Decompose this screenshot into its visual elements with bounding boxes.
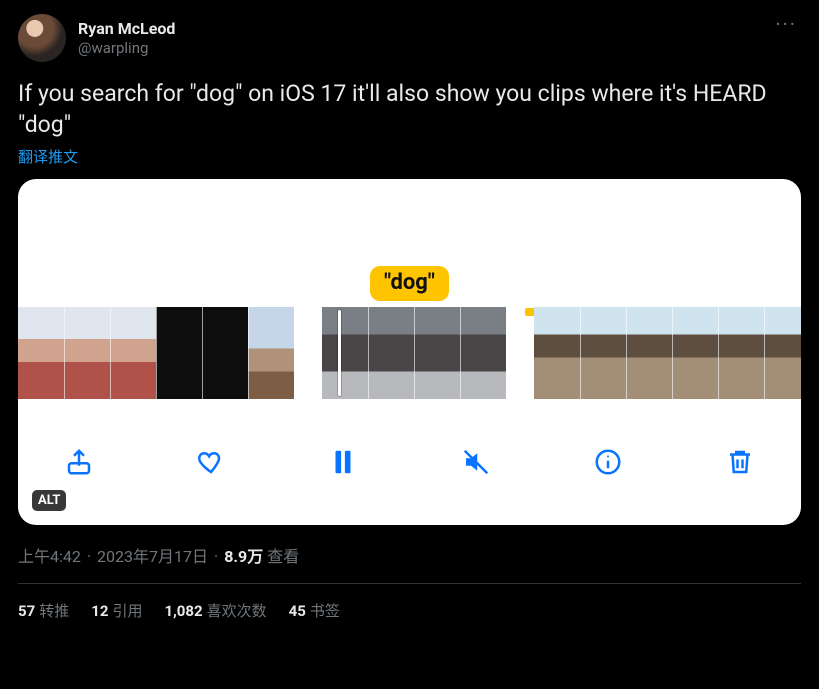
clip-thumbnail[interactable] [202, 307, 248, 399]
clip-thumbnail[interactable] [764, 307, 801, 399]
separator: · [214, 547, 218, 566]
stat-label: 转推 [39, 602, 69, 620]
author-display-name[interactable]: Ryan McLeod [78, 19, 175, 39]
tweet-stats: 57转推 12引用 1,082 喜欢次数 45书签 [18, 584, 801, 621]
clip-thumbnail[interactable] [414, 307, 460, 399]
media-caption-area: "dog" [18, 179, 801, 307]
quotes-stat[interactable]: 12引用 [91, 600, 142, 621]
clip-thumbnail[interactable] [368, 307, 414, 399]
search-term-badge: "dog" [370, 266, 449, 301]
clip-thumbnail[interactable] [18, 307, 64, 399]
clip-cluster[interactable] [18, 307, 294, 399]
clip-thumbnail[interactable] [110, 307, 156, 399]
stat-count: 45 [289, 602, 306, 620]
clip-thumbnail[interactable] [64, 307, 110, 399]
tweet-text: If you search for "dog" on iOS 17 it'll … [18, 78, 801, 140]
tweet-time[interactable]: 上午4:42 [18, 543, 81, 567]
clip-thumbnail[interactable] [156, 307, 202, 399]
media-attachment[interactable]: "dog" [18, 179, 801, 525]
alt-badge[interactable]: ALT [32, 490, 66, 511]
tweet-container: ··· Ryan McLeod @warpling If you search … [0, 0, 819, 621]
stat-count: 57 [18, 602, 35, 620]
retweets-stat[interactable]: 57转推 [18, 600, 69, 621]
media-toolbar [18, 399, 801, 525]
clip-thumbnail[interactable] [322, 307, 368, 399]
author-handle[interactable]: @warpling [78, 39, 175, 58]
clip-thumbnail[interactable] [718, 307, 764, 399]
clip-thumbnail[interactable] [672, 307, 718, 399]
clip-thumbnail[interactable] [580, 307, 626, 399]
bookmarks-stat[interactable]: 45书签 [289, 600, 340, 621]
clip-thumbnail[interactable] [460, 307, 506, 399]
clip-cluster[interactable] [534, 307, 801, 399]
trash-icon[interactable] [723, 445, 757, 479]
avatar[interactable] [18, 14, 66, 62]
clip-thumbnail[interactable] [248, 307, 294, 399]
stat-label: 喜欢次数 [207, 602, 267, 620]
separator: · [87, 547, 91, 566]
author-block: Ryan McLeod @warpling [78, 19, 175, 58]
pause-icon[interactable] [326, 445, 360, 479]
stat-label: 书签 [310, 602, 340, 620]
tweet-meta: 上午4:42 · 2023年7月17日 · 8.9万 查看 [18, 543, 801, 567]
mute-icon[interactable] [459, 445, 493, 479]
clip-thumbnail[interactable] [626, 307, 672, 399]
views-count[interactable]: 8.9万 [224, 543, 263, 567]
tweet-header: Ryan McLeod @warpling [18, 14, 801, 62]
heart-icon[interactable] [194, 445, 228, 479]
stat-count: 12 [91, 602, 108, 620]
translate-link[interactable]: 翻译推文 [18, 146, 78, 167]
stat-label: 引用 [112, 602, 142, 620]
info-icon[interactable] [591, 445, 625, 479]
clip-thumbnail[interactable] [534, 307, 580, 399]
share-icon[interactable] [62, 445, 96, 479]
stat-count: 1,082 [164, 602, 202, 620]
clip-cluster-active[interactable] [322, 307, 506, 399]
more-options-button[interactable]: ··· [775, 12, 797, 36]
likes-stat[interactable]: 1,082 喜欢次数 [164, 600, 266, 621]
video-scrubber-strip[interactable] [18, 307, 801, 399]
views-label: 查看 [267, 543, 299, 567]
tweet-date[interactable]: 2023年7月17日 [97, 543, 208, 567]
